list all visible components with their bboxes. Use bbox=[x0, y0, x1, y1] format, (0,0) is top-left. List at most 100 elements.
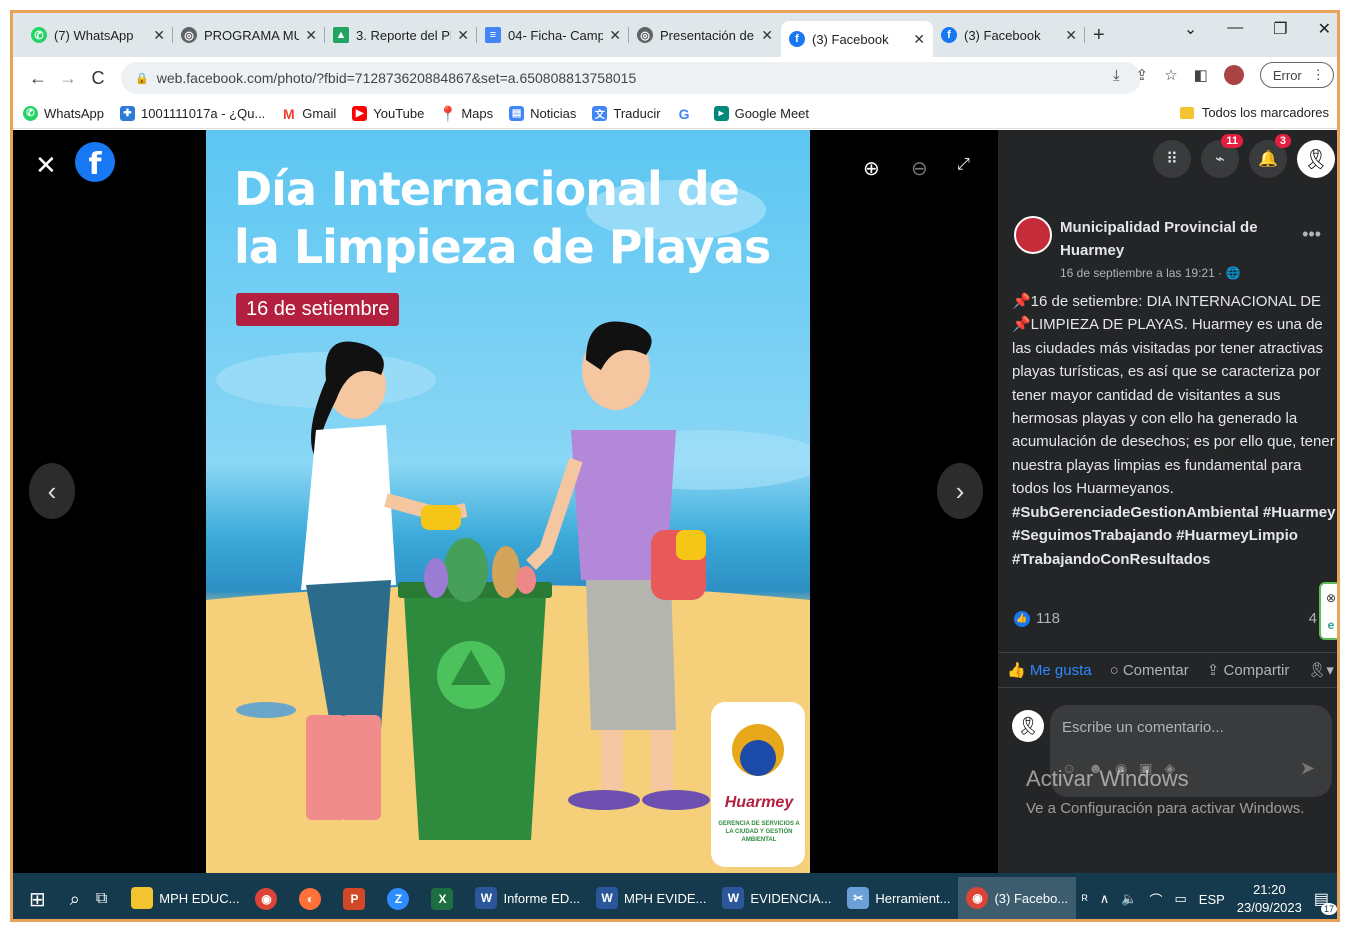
ribbon-avatar-icon[interactable]: 🎗 bbox=[1297, 140, 1335, 178]
address-bar[interactable]: 🔒 web.facebook.com/photo/?fbid=712873620… bbox=[121, 62, 1141, 94]
bookmark-label: Gmail bbox=[302, 106, 337, 121]
all-bookmarks-button[interactable]: Todos los marcadores bbox=[1179, 105, 1329, 120]
bookmark-google[interactable]: G bbox=[677, 106, 698, 122]
close-icon[interactable]: ✕ bbox=[761, 27, 773, 44]
bookmark-google-meet[interactable]: ▸ Google Meet bbox=[713, 106, 809, 121]
previous-photo-button[interactable]: ‹ bbox=[29, 463, 75, 519]
facebook-icon: f bbox=[789, 31, 805, 47]
lock-icon[interactable]: 🔒 bbox=[135, 72, 149, 85]
taskbar-item-firefox[interactable]: ◐ bbox=[291, 877, 335, 919]
tab-programa[interactable]: ◎ PROGRAMA MUN ✕ bbox=[173, 19, 325, 51]
page-avatar[interactable] bbox=[1014, 216, 1052, 254]
minimize-button[interactable]: — bbox=[1227, 19, 1243, 39]
search-icon[interactable]: ⌕ bbox=[62, 877, 88, 919]
like-count[interactable]: 👍 118 bbox=[1014, 610, 1060, 627]
clock[interactable]: 21:20 23/09/2023 bbox=[1237, 881, 1302, 917]
screen: ✆ (7) WhatsApp ✕ ◎ PROGRAMA MUN ✕ ▲ 3. R… bbox=[10, 10, 1340, 922]
task-view-icon[interactable]: ⧉ bbox=[88, 877, 115, 919]
like-button[interactable]: 👍 Me gusta bbox=[1007, 661, 1092, 679]
forward-button[interactable]: → bbox=[53, 68, 83, 89]
bell-icon[interactable]: 🔔 3 bbox=[1249, 134, 1291, 178]
grammar-extension-widget[interactable]: ⊗ e bbox=[1319, 582, 1337, 640]
close-icon[interactable]: ✕ bbox=[609, 27, 621, 44]
messenger-icon[interactable]: ⌁ 11 bbox=[1201, 134, 1243, 178]
error-label: Error bbox=[1272, 67, 1302, 83]
bookmark-label: 1001111017a - ¿Qu... bbox=[140, 106, 266, 121]
error-button[interactable]: Error ⋮ bbox=[1259, 62, 1334, 88]
bookmark-maps[interactable]: 📍 Maps bbox=[439, 106, 494, 123]
back-button[interactable]: ← bbox=[23, 68, 53, 89]
powerpoint-icon: P bbox=[343, 888, 366, 910]
taskbar-label: (3) Facebo... bbox=[994, 890, 1069, 906]
start-button[interactable]: ⊞ bbox=[13, 877, 62, 919]
tab-whatsapp[interactable]: ✆ (7) WhatsApp ✕ bbox=[23, 19, 173, 51]
taskbar-item-excel[interactable]: X bbox=[423, 877, 467, 919]
tab-presentacion[interactable]: ◎ Presentación de ✕ bbox=[629, 19, 781, 51]
fullscreen-icon[interactable]: ⤢ bbox=[957, 156, 970, 174]
next-photo-button[interactable]: › bbox=[937, 463, 983, 519]
share-button[interactable]: ⇪ Compartir bbox=[1207, 661, 1290, 679]
taskbar-item-facebook[interactable]: ◉ (3) Facebo... bbox=[958, 877, 1077, 919]
close-icon[interactable]: ✕ bbox=[913, 31, 925, 48]
share-icon[interactable]: ⇪ bbox=[1136, 66, 1149, 84]
language-indicator[interactable]: ESP bbox=[1199, 892, 1225, 907]
tab-facebook-active[interactable]: f (3) Facebook ✕ bbox=[781, 21, 933, 57]
taskbar-item-mph-educ[interactable]: MPH EDUC... bbox=[123, 877, 247, 919]
taskbar-item-evidencia[interactable]: W EVIDENCIA... bbox=[714, 877, 839, 919]
taskbar-item-chrome[interactable]: ◉ bbox=[247, 877, 291, 919]
profile-avatar[interactable] bbox=[1223, 65, 1244, 85]
taskbar-item-zoom[interactable]: Z bbox=[379, 877, 423, 919]
bookmark-1001111017a[interactable]: ✚ 1001111017a - ¿Qu... bbox=[119, 106, 266, 121]
menu-grid-icon[interactable]: ⠿ bbox=[1153, 140, 1191, 178]
bookmark-traducir[interactable]: 文 Traducir bbox=[592, 106, 661, 121]
taskbar-item-informe[interactable]: W Informe ED... bbox=[467, 877, 588, 919]
battery-icon[interactable]: ▭ bbox=[1174, 891, 1186, 907]
wifi-icon[interactable]: ⌒ bbox=[1149, 890, 1162, 909]
post-hashtags[interactable]: #SubGerenciadeGestionAmbiental #Huarmey … bbox=[1012, 501, 1337, 571]
bookmark-gmail[interactable]: M Gmail bbox=[281, 106, 337, 122]
taskbar-item-herramienta[interactable]: ✂ Herramient... bbox=[839, 877, 958, 919]
bookmark-noticias[interactable]: ▤ Noticias bbox=[509, 106, 576, 121]
close-window-button[interactable]: ✕ bbox=[1318, 19, 1331, 39]
facebook-logo-icon[interactable]: f bbox=[75, 142, 115, 182]
zoom-out-icon[interactable]: ⊖ bbox=[911, 156, 928, 181]
tab-facebook[interactable]: f (3) Facebook ✕ bbox=[933, 19, 1085, 51]
page-name[interactable]: Municipalidad Provincial de Huarmey bbox=[1060, 216, 1290, 262]
close-icon[interactable]: ✕ bbox=[1065, 27, 1077, 44]
whatsapp-icon: ✆ bbox=[23, 106, 38, 121]
tab-reporte[interactable]: ▲ 3. Reporte del Pla ✕ bbox=[325, 19, 477, 51]
more-options-icon[interactable]: ••• bbox=[1302, 224, 1321, 245]
install-icon[interactable]: ⤓ bbox=[1113, 67, 1120, 84]
tab-ficha[interactable]: ≡ 04- Ficha- Camp ✕ bbox=[477, 19, 629, 51]
notification-center-icon[interactable]: ▤ 17 bbox=[1314, 889, 1337, 915]
comment-button[interactable]: ○ Comentar bbox=[1110, 662, 1189, 679]
restore-button[interactable]: ❐ bbox=[1273, 19, 1287, 39]
reaction-profile-icon[interactable]: 🎗▾ bbox=[1307, 661, 1334, 679]
bookmark-youtube[interactable]: ▶ YouTube bbox=[352, 106, 424, 121]
zoom-in-icon[interactable]: ⊕ bbox=[863, 156, 880, 181]
close-icon[interactable]: ⊗ bbox=[1326, 591, 1336, 605]
bookmark-whatsapp[interactable]: ✆ WhatsApp bbox=[23, 106, 104, 121]
taskbar-item-powerpoint[interactable]: P bbox=[335, 877, 379, 919]
close-icon[interactable]: ✕ bbox=[457, 27, 469, 44]
volume-icon[interactable]: 🔈 bbox=[1121, 891, 1137, 907]
star-icon[interactable]: ☆ bbox=[1164, 66, 1177, 84]
new-tab-button[interactable]: + bbox=[1093, 24, 1105, 47]
close-icon[interactable]: ✕ bbox=[153, 27, 165, 44]
meet-icon: ▸ bbox=[713, 106, 729, 121]
comment-label: Comentar bbox=[1122, 661, 1189, 679]
close-icon[interactable]: ✕ bbox=[305, 27, 317, 44]
reload-button[interactable]: C bbox=[83, 68, 113, 89]
post-date[interactable]: 16 de septiembre a las 19:21 · 🌐 bbox=[1060, 266, 1240, 280]
close-viewer-icon[interactable]: ✕ bbox=[35, 150, 57, 181]
extension-e-icon[interactable]: e bbox=[1328, 618, 1335, 632]
show-hidden-icons[interactable]: ∧ bbox=[1100, 891, 1110, 907]
poster-title-line2: la Limpieza de Playas bbox=[234, 220, 771, 274]
taskbar-item-mph-evide[interactable]: W MPH EVIDE... bbox=[588, 877, 714, 919]
docs-icon: ≡ bbox=[485, 27, 501, 43]
user-avatar[interactable]: 🎗 bbox=[1012, 710, 1044, 742]
sidepanel-icon[interactable]: ◧ bbox=[1194, 66, 1208, 84]
share-count[interactable]: 4 bbox=[1309, 610, 1317, 627]
people-icon[interactable]: ᴿ bbox=[1082, 892, 1088, 907]
tab-search-icon[interactable]: ⌄ bbox=[1184, 19, 1197, 39]
